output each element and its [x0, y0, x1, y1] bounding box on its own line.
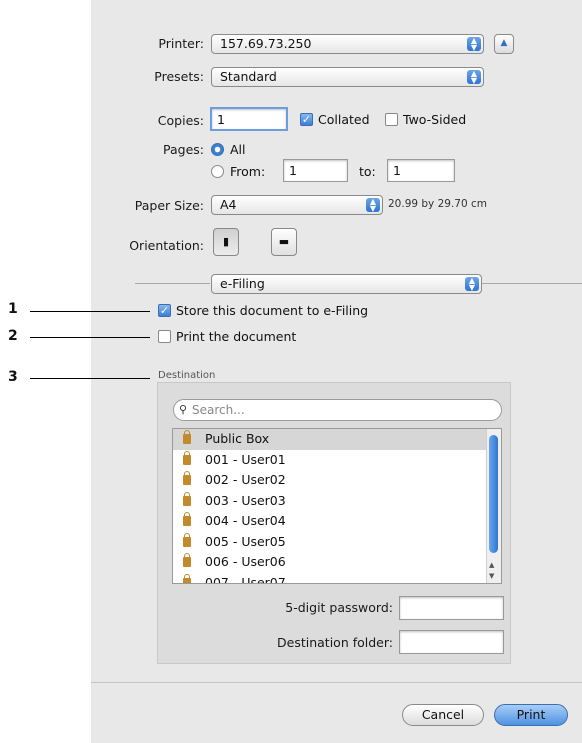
landscape-icon[interactable]: ▬ [271, 228, 297, 256]
printer-value: 157.69.73.250 [220, 36, 312, 51]
password-field[interactable] [399, 596, 504, 620]
copies-label: Copies: [157, 113, 204, 128]
pages-from-radio[interactable] [211, 165, 224, 178]
presets-value: Standard [220, 69, 277, 84]
lock-icon [183, 532, 191, 547]
presets-popup[interactable]: Standard ▲ ▼ [211, 67, 484, 87]
popup-arrows-icon: ▲ ▼ [366, 198, 380, 213]
collated-checkbox[interactable]: ✓ [300, 113, 313, 126]
pages-label: Pages: [163, 142, 204, 157]
pages-to-label: to: [359, 164, 376, 179]
two-sided-checkbox[interactable] [385, 113, 398, 126]
list-item-label: Public Box [205, 431, 270, 446]
paper-dimensions: 20.99 by 29.70 cm [388, 198, 488, 210]
callout-3: 3 [8, 369, 18, 385]
list-item-label: 005 - User05 [205, 533, 286, 549]
lock-icon [183, 553, 191, 567]
list-item[interactable]: 002 - User02 [173, 470, 501, 491]
list-item-label: 001 - User01 [205, 451, 286, 467]
destination-label: Destination [158, 370, 216, 381]
popup-arrows-icon: ▲ ▼ [467, 37, 481, 52]
lock-icon [183, 512, 191, 526]
destination-folder-label: Destination folder: [277, 635, 393, 650]
list-item[interactable]: 003 - User03 [173, 491, 501, 512]
store-document-checkbox[interactable]: ✓ [158, 304, 171, 317]
bottom-separator [91, 682, 582, 683]
printer-label: Printer: [158, 36, 204, 51]
paper-size-popup[interactable]: A4 ▲ ▼ [211, 195, 383, 215]
printer-popup[interactable]: 157.69.73.250 ▲ ▼ [211, 34, 484, 54]
list-item[interactable]: 001 - User01 [173, 450, 501, 471]
paper-size-value: A4 [220, 197, 237, 212]
popup-arrows-icon: ▲ ▼ [465, 277, 479, 292]
pages-to-field[interactable]: 1 [387, 159, 455, 182]
separator-left [135, 283, 210, 284]
orientation-label: Orientation: [129, 238, 204, 253]
pages-all-radio[interactable] [211, 143, 224, 156]
list-item-label: 006 - User06 [205, 554, 286, 569]
callout-2-line [30, 337, 150, 338]
two-sided-label: Two-Sided [403, 112, 467, 127]
destination-list[interactable]: Public Box 001 - User01 002 - User02 003… [172, 428, 502, 584]
list-item[interactable]: 004 - User04 [173, 511, 501, 532]
lock-icon [183, 471, 191, 485]
lock-icon [183, 573, 191, 583]
lock-icon [183, 450, 191, 465]
cancel-button[interactable]: Cancel [402, 704, 484, 726]
print-button[interactable]: Print [494, 704, 568, 726]
search-icon: ⚲ [179, 403, 188, 416]
list-item[interactable]: 007 - User07 [173, 573, 501, 584]
callout-1: 1 [8, 301, 18, 317]
list-item-label: 003 - User03 [205, 492, 286, 508]
separator-right [482, 283, 582, 284]
destination-folder-field[interactable] [399, 630, 504, 654]
popup-arrows-icon: ▲ ▼ [467, 70, 481, 85]
list-item-label: 002 - User02 [205, 472, 286, 487]
list-item-label: 007 - User07 [205, 574, 286, 584]
list-item[interactable]: 006 - User06 [173, 552, 501, 573]
list-item[interactable]: Public Box [173, 429, 501, 450]
print-document-checkbox[interactable] [158, 330, 171, 343]
list-item-label: 004 - User04 [205, 513, 286, 528]
collated-label: Collated [318, 112, 370, 127]
copies-field[interactable]: 1 [210, 107, 288, 131]
password-label: 5-digit password: [285, 600, 393, 615]
lock-icon [183, 430, 191, 444]
pages-all-label: All [230, 142, 246, 157]
scrollbar-thumb[interactable] [489, 435, 498, 553]
pages-from-field[interactable]: 1 [283, 159, 348, 182]
print-document-label: Print the document [176, 329, 297, 344]
portrait-icon[interactable]: ▮ [213, 228, 239, 256]
panel-value: e-Filing [220, 276, 265, 291]
panel-popup[interactable]: e-Filing ▲ ▼ [211, 274, 482, 294]
pages-from-label: From: [230, 164, 266, 179]
disclosure-button[interactable]: ▲ [494, 34, 514, 54]
scroll-down-icon[interactable]: ▼ [489, 572, 494, 580]
presets-label: Presets: [154, 69, 204, 84]
callout-3-line [30, 378, 150, 379]
store-document-label: Store this document to e-Filing [176, 303, 369, 318]
callout-2: 2 [8, 328, 18, 344]
scroll-up-icon[interactable]: ▲ [489, 561, 494, 569]
list-scrollbar[interactable]: ▲ ▼ [486, 429, 501, 583]
callout-1-line [30, 311, 150, 312]
paper-size-label: Paper Size: [134, 198, 204, 213]
search-placeholder: Search... [192, 403, 245, 417]
lock-icon [183, 491, 191, 506]
list-item[interactable]: 005 - User05 [173, 532, 501, 553]
search-field[interactable]: ⚲ Search... [173, 399, 502, 421]
